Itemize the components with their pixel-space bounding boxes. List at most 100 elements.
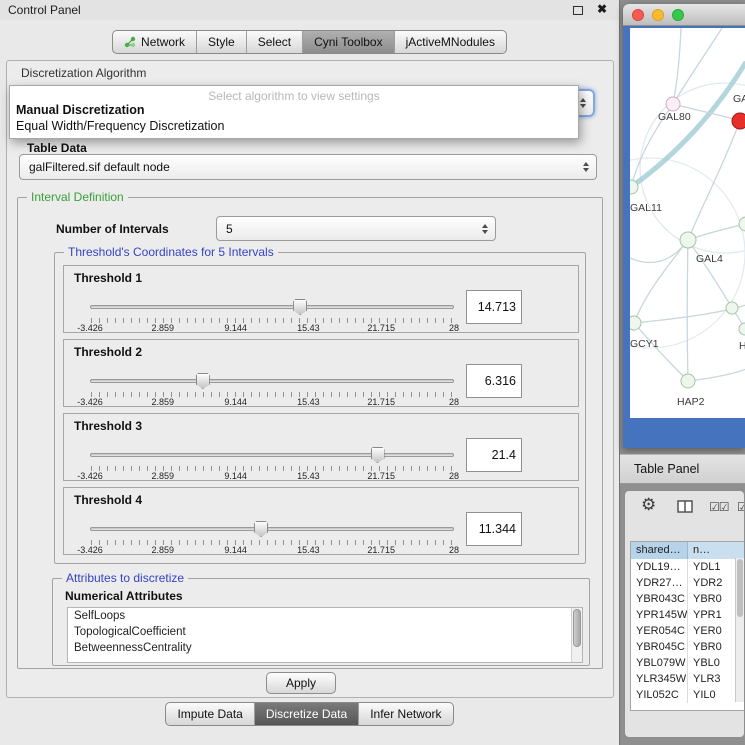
threshold-3-value-field[interactable]: 21.4 (466, 438, 522, 472)
tab-jactivemnodules[interactable]: jActiveMNodules (394, 31, 506, 53)
scale-label: -3.426 (77, 397, 103, 407)
scale-label: 2.859 (152, 471, 175, 481)
threshold-1-slider[interactable] (90, 298, 454, 316)
table-row[interactable]: YPR145WYPR1 (631, 607, 744, 623)
slider-track (90, 305, 454, 309)
table-header-row: shared… n… (631, 542, 744, 559)
column-header-name[interactable]: n… (688, 542, 744, 559)
slider-thumb[interactable] (196, 373, 210, 389)
popup-option-equal-width-frequency[interactable]: Equal Width/Frequency Discretization (10, 118, 578, 134)
table-panel-window: ⚙ ☑☑ ☑ shared… n… YDL19…YDL1YDR27…YDR2YB… (624, 490, 745, 738)
threshold-3-label: Threshold 3 (74, 419, 142, 433)
threshold-4-slider[interactable] (90, 520, 454, 538)
table-row[interactable]: YIL052CYIL0 (631, 687, 744, 703)
slider-thumb[interactable] (254, 521, 268, 537)
tab-impute-data[interactable]: Impute Data (166, 703, 253, 725)
attribute-item[interactable]: BetweennessCentrality (68, 640, 582, 656)
slider-scale: -3.4262.8599.14415.4321.71528 (90, 323, 454, 333)
threshold-2-slider[interactable] (90, 372, 454, 390)
threshold-3-slider[interactable] (90, 446, 454, 464)
scale-label: 2.859 (152, 323, 175, 333)
number-of-intervals-combobox[interactable]: 5 (216, 216, 496, 241)
table-scrollbar[interactable] (735, 558, 744, 702)
network-edge (634, 323, 688, 381)
node-label: HAP2 (677, 396, 705, 408)
close-traffic-light-icon[interactable] (632, 9, 644, 21)
numerical-attributes-list[interactable]: SelfLoopsTopologicalCoefficientBetweenne… (67, 607, 583, 663)
float-window-icon[interactable] (573, 6, 583, 15)
slider-scale: -3.4262.8599.14415.4321.71528 (90, 545, 454, 555)
table-cell: YBL079W (631, 655, 688, 671)
network-node[interactable] (680, 232, 696, 248)
scrollbar-thumb[interactable] (573, 609, 581, 647)
scale-label: 9.144 (224, 471, 247, 481)
table-body: YDL19…YDL1YDR27…YDR2YBR043CYBR0YPR145WYP… (631, 559, 744, 703)
tab-style[interactable]: Style (196, 31, 246, 53)
table-row[interactable]: YBR045CYBR0 (631, 639, 744, 655)
close-icon[interactable]: ✖ (597, 2, 607, 16)
top-tab-group: Network Style Select Cyni Toolbox jActiv… (112, 30, 507, 54)
threshold-4-value-field[interactable]: 11.344 (466, 512, 522, 546)
network-node[interactable] (739, 217, 745, 231)
threshold-4-panel: Threshold 4 -3.4262.8599.14415.4321.7152… (63, 487, 579, 555)
network-node[interactable] (666, 97, 680, 111)
tab-select[interactable]: Select (246, 31, 302, 53)
scale-label: 9.144 (224, 397, 247, 407)
tab-cyni-toolbox[interactable]: Cyni Toolbox (302, 31, 393, 53)
network-node[interactable] (630, 316, 641, 330)
network-node[interactable] (726, 302, 738, 314)
node-label: H (739, 340, 745, 352)
table-row[interactable]: YLR345WYLR3 (631, 671, 744, 687)
scale-label: 21.715 (367, 323, 395, 333)
network-window-titlebar[interactable] (623, 4, 745, 26)
threshold-1-value-field[interactable]: 14.713 (466, 290, 522, 324)
scale-label: 21.715 (367, 397, 395, 407)
attributes-group-title: Attributes to discretize (62, 571, 188, 585)
minimize-traffic-light-icon[interactable] (652, 9, 664, 21)
list-scrollbar[interactable] (571, 608, 582, 662)
settings-gear-icon[interactable]: ⚙ (641, 495, 656, 515)
attribute-item[interactable]: SelfLoops (68, 608, 582, 624)
scale-label: -3.426 (77, 471, 103, 481)
table-data-value: galFiltered.sif default node (29, 155, 170, 179)
table-data-combobox[interactable]: galFiltered.sif default node (19, 154, 597, 180)
zoom-traffic-light-icon[interactable] (672, 9, 684, 21)
tab-discretize-data[interactable]: Discretize Data (254, 703, 358, 725)
apply-button[interactable]: Apply (266, 672, 336, 694)
table-panel-title: Table Panel (634, 462, 699, 476)
table-row[interactable]: YBL079WYBL0 (631, 655, 744, 671)
slider-thumb[interactable] (293, 299, 307, 315)
network-canvas[interactable]: GAL80GAGAL11GAL4GCY1HHAP2 (630, 28, 745, 418)
network-node[interactable] (739, 323, 745, 335)
table-row[interactable]: YDL19…YDL1 (631, 559, 744, 575)
table-cell: YPR145W (631, 607, 688, 623)
scale-label: 15.43 (297, 397, 320, 407)
threshold-3-panel: Threshold 3 -3.4262.8599.14415.4321.7152… (63, 413, 579, 481)
columns-icon[interactable] (677, 500, 693, 513)
column-header-shared-name[interactable]: shared… (631, 542, 688, 559)
scale-label: 15.43 (297, 471, 320, 481)
combo-arrows-icon (482, 224, 488, 234)
popup-option-manual-discretization[interactable]: Manual Discretization (10, 102, 578, 118)
attribute-item[interactable]: TopologicalCoefficient (68, 624, 582, 640)
select-all-checkbox-icon[interactable]: ☑ (737, 500, 745, 514)
slider-thumb[interactable] (371, 447, 385, 463)
tab-infer-network[interactable]: Infer Network (358, 703, 452, 725)
threshold-2-value-field[interactable]: 6.316 (466, 364, 522, 398)
scale-label: 2.859 (152, 397, 175, 407)
scale-label: 28 (449, 397, 459, 407)
tab-network[interactable]: Network (113, 31, 196, 53)
network-node[interactable] (732, 113, 745, 129)
scale-label: 2.859 (152, 545, 175, 555)
scrollbar-thumb[interactable] (737, 559, 743, 617)
slider-scale: -3.4262.8599.14415.4321.71528 (90, 471, 454, 481)
table-row[interactable]: YER054CYER0 (631, 623, 744, 639)
tab-label: Network (141, 35, 185, 49)
select-rows-checkbox-icon[interactable]: ☑☑ (709, 500, 729, 514)
node-label: GAL11 (630, 202, 662, 214)
table-row[interactable]: YBR043CYBR0 (631, 591, 744, 607)
scale-label: 28 (449, 323, 459, 333)
tab-label: Infer Network (370, 707, 441, 721)
table-row[interactable]: YDR27…YDR2 (631, 575, 744, 591)
network-node[interactable] (681, 374, 695, 388)
